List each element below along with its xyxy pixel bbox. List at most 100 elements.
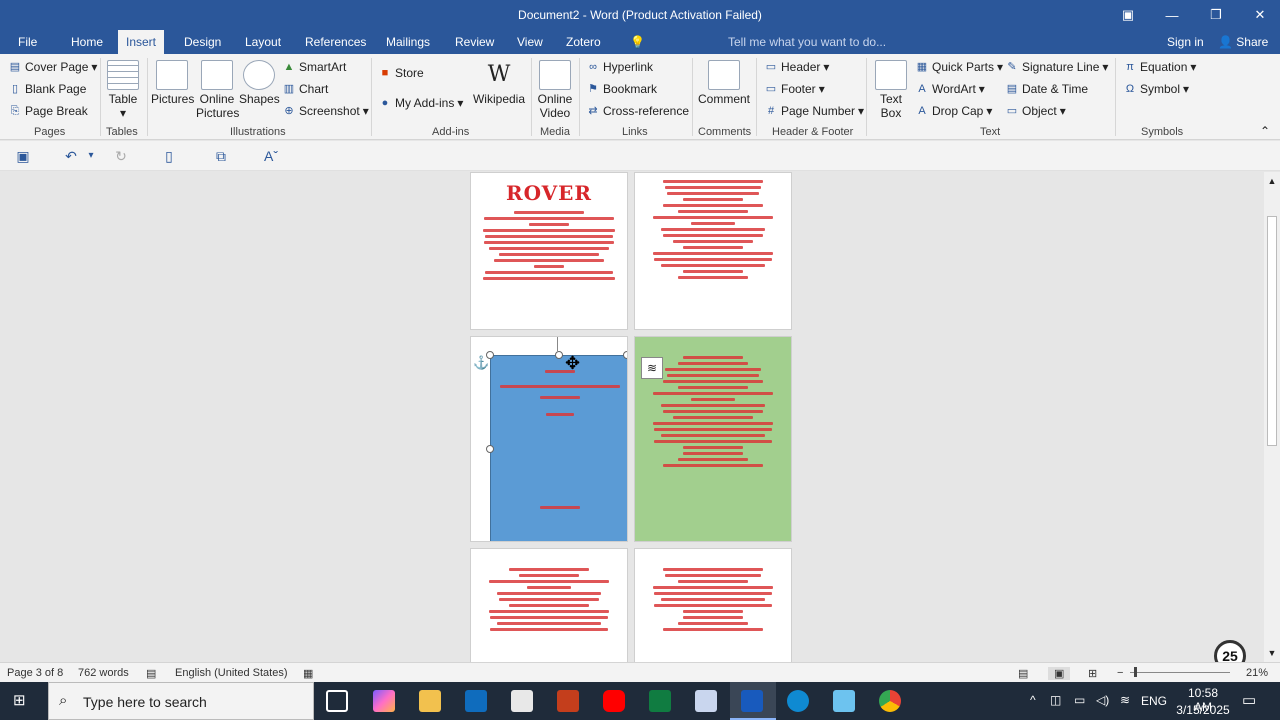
print-layout-icon[interactable]: ▣ [1048,667,1071,680]
wikipedia-button[interactable]: W Wikipedia [472,60,526,106]
text-box-button[interactable]: Text Box [872,60,910,120]
undo-dropdown-icon[interactable]: ▾ [82,147,100,165]
edge-icon[interactable] [787,690,809,712]
minimize-button[interactable]: — [1150,0,1194,30]
scroll-down-icon[interactable]: ▼ [1264,648,1280,658]
volume-icon[interactable]: ◁) [1096,693,1109,707]
page-indicator[interactable]: Page 3 of 8 [7,667,63,679]
store-app-icon[interactable] [511,690,533,712]
bookmark-button[interactable]: ⚑ Bookmark [586,82,657,96]
my-addins-button[interactable]: ● My Add-ins ▾ [378,96,464,110]
document-page[interactable]: ⚓ ✥ [470,336,628,542]
web-layout-icon[interactable]: ⊞ [1088,667,1097,680]
header-button[interactable]: ▭ Header ▾ [764,60,830,74]
cover-page-button[interactable]: ▤ Cover Page ▾ [8,60,98,74]
tab-design[interactable]: Design [176,30,229,54]
word-icon[interactable] [741,690,763,712]
tab-review[interactable]: Review [447,30,502,54]
format-icon[interactable]: Aˇ [262,147,280,165]
collapse-ribbon-icon[interactable]: ⌃ [1260,124,1270,138]
equation-button[interactable]: π Equation ▾ [1123,60,1196,74]
object-button[interactable]: ▭ Object ▾ [1005,104,1066,118]
date-time-button[interactable]: ▤ Date & Time [1005,82,1088,96]
zoom-thumb[interactable] [1134,667,1137,677]
zoom-level[interactable]: 21% [1246,667,1268,679]
outlook-icon[interactable] [465,690,487,712]
document-area[interactable]: ROVER ⚓ ✥ ≋ [0,172,1264,662]
wordart-button[interactable]: A WordArt ▾ [915,82,985,96]
layout-icon[interactable]: ⧉ [212,147,230,165]
resize-handle[interactable] [623,351,627,359]
task-view-icon[interactable] [326,690,348,712]
zoom-out-icon[interactable]: − [1117,667,1123,679]
save-icon[interactable]: ▣ [14,147,32,165]
restore-ribbon-icon[interactable]: ▣ [1106,0,1150,30]
taskbar-search[interactable]: ⌕ Type here to search [48,682,314,720]
rotate-handle[interactable] [557,337,558,351]
file-explorer-icon[interactable] [419,690,441,712]
tab-references[interactable]: References [297,30,374,54]
show-hidden-icons-icon[interactable]: ^ [1030,693,1036,707]
smartart-button[interactable]: ▲ SmartArt [282,60,347,74]
powerpoint-icon[interactable] [557,690,579,712]
online-pictures-button[interactable]: Online Pictures [196,60,239,120]
page-number-button[interactable]: # Page Number ▾ [764,104,864,118]
document-page[interactable] [470,548,628,662]
close-button[interactable]: ✕ [1238,0,1280,30]
resize-handle[interactable] [486,351,494,359]
zoom-slider[interactable] [1130,672,1230,673]
copilot-icon[interactable] [373,690,395,712]
document-page[interactable] [634,548,792,662]
tab-file[interactable]: File [10,30,45,54]
tab-insert[interactable]: Insert [118,30,165,54]
page-break-button[interactable]: ⎘ Page Break [8,104,88,118]
comment-button[interactable]: Comment [696,60,752,106]
tab-zotero[interactable]: Zotero [558,30,609,54]
app-icon[interactable] [695,690,717,712]
new-document-icon[interactable]: ▯ [160,147,178,165]
shapes-button[interactable]: Shapes [239,60,280,106]
read-mode-icon[interactable]: ▤ [1018,667,1028,680]
tab-home[interactable]: Home [63,30,111,54]
tab-layout[interactable]: Layout [237,30,289,54]
chrome-icon[interactable] [879,690,901,712]
vertical-scrollbar[interactable]: ▲ ▼ [1264,172,1280,662]
share-button[interactable]: 👤 Share [1214,32,1272,52]
tab-view[interactable]: View [509,30,551,54]
notifications-icon[interactable]: ▭ [1242,691,1256,709]
document-page[interactable]: ≋ [634,336,792,542]
quick-parts-button[interactable]: ▦ Quick Parts ▾ [915,60,1003,74]
symbol-button[interactable]: Ω Symbol ▾ [1123,82,1189,96]
scroll-up-icon[interactable]: ▲ [1264,176,1280,186]
excel-icon[interactable] [649,690,671,712]
network-icon[interactable]: ◫ [1050,693,1061,707]
language-tray[interactable]: ENG [1141,694,1167,708]
macro-icon[interactable]: ▦ [303,667,313,680]
resize-handle[interactable] [486,445,494,453]
online-video-button[interactable]: Online Video [535,60,575,120]
undo-icon[interactable]: ↶ [62,147,80,165]
maximize-button[interactable]: ❐ [1194,0,1238,30]
lightbulb-icon[interactable]: 💡 [622,30,653,54]
youtube-icon[interactable] [603,690,625,712]
battery-icon[interactable]: ▭ [1074,693,1085,707]
scroll-thumb[interactable] [1267,216,1277,446]
app-icon[interactable] [833,690,855,712]
redo-icon[interactable]: ↻ [112,147,130,165]
pictures-button[interactable]: Pictures [151,60,194,106]
signature-line-button[interactable]: ✎ Signature Line ▾ [1005,60,1108,74]
selected-shape[interactable] [490,355,627,541]
language-indicator[interactable]: English (United States) [175,667,288,679]
cross-reference-button[interactable]: ⇄ Cross-reference [586,104,689,118]
table-button[interactable]: Table ▾ [106,60,140,120]
hyperlink-button[interactable]: ∞ Hyperlink [586,60,653,74]
layout-options-icon[interactable]: ≋ [641,357,663,379]
wifi-icon[interactable]: ≋ [1120,693,1130,707]
chart-button[interactable]: ▥ Chart [282,82,329,96]
screenshot-button[interactable]: ⊕ Screenshot ▾ [282,104,368,118]
word-count[interactable]: 762 words [78,667,129,679]
document-page[interactable]: ROVER [470,172,628,330]
drop-cap-button[interactable]: A Drop Cap ▾ [915,104,992,118]
blank-page-button[interactable]: ▯ Blank Page [8,82,86,96]
tell-me-input[interactable]: Tell me what you want to do... [728,35,886,49]
